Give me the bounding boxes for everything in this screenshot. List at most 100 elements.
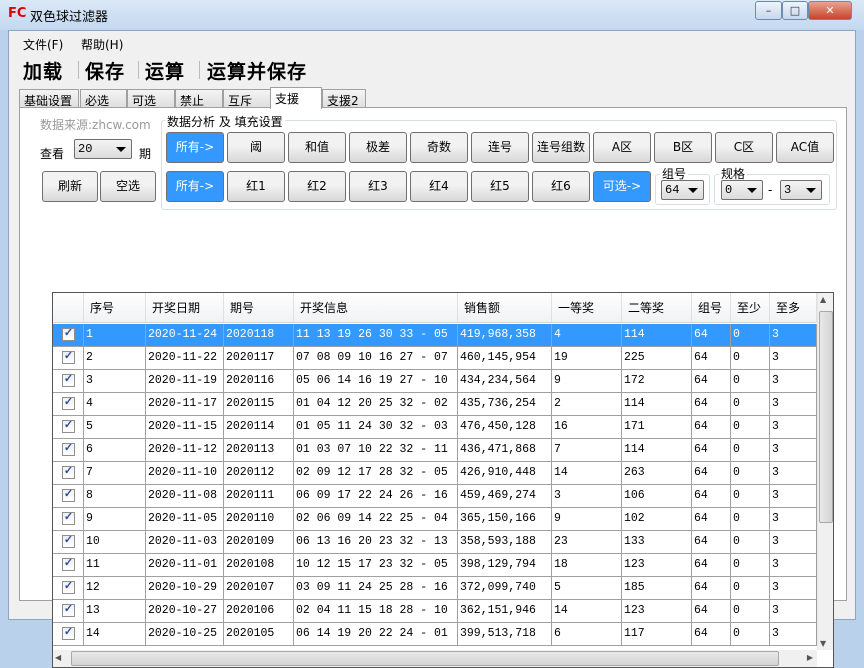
tab-mutex[interactable]: 互斥 [223,89,271,108]
horizontal-scrollbar[interactable]: ◀ ▶ [53,650,817,667]
row-checkbox[interactable]: ✓ [62,466,75,479]
fill-red3-button[interactable]: 红3 [349,171,407,202]
refresh-button[interactable]: 刷新 [42,171,98,202]
analysis-zone-c-button[interactable]: C区 [715,132,773,163]
checkbox-cell: ✓ [53,347,84,370]
fill-red4-button[interactable]: 红4 [410,171,468,202]
row-checkbox[interactable]: ✓ [62,512,75,525]
row-checkbox[interactable]: ✓ [62,443,75,456]
close-button[interactable]: ✕ [808,1,852,20]
analysis-range-button[interactable]: 极差 [349,132,407,163]
table-row[interactable]: ✓ 13 2020-10-27 2020106 02 04 11 15 18 28 - … [53,600,817,623]
group-no-select[interactable]: 64 [661,180,704,200]
title-bar: FC 双色球过滤器 – □ ✕ [0,0,864,30]
table-row[interactable]: ✓ 12 2020-10-29 2020107 03 09 11 24 25 28 - … [53,577,817,600]
minimize-button[interactable]: – [755,1,782,20]
fill-red6-button[interactable]: 红6 [532,171,590,202]
vertical-scrollbar[interactable]: ▲ ▼ [817,293,833,650]
analysis-odd-button[interactable]: 奇数 [410,132,468,163]
table-row[interactable]: ✓ 11 2020-11-01 2020108 10 12 15 17 23 32 - … [53,554,817,577]
table-row[interactable]: ✓ 10 2020-11-03 2020109 06 13 16 20 23 32 - … [53,531,817,554]
table-row[interactable]: ✓ 3 2020-11-19 2020116 05 06 14 16 19 27 - 1… [53,370,817,393]
tab-required[interactable]: 必选 [80,89,127,108]
fill-all-button[interactable]: 所有-> [166,171,224,202]
analysis-zone-a-button[interactable]: A区 [593,132,651,163]
table-cell: 460,145,954 [458,347,552,370]
column-header[interactable]: 期号 [224,293,294,323]
row-checkbox[interactable]: ✓ [62,558,75,571]
row-checkbox[interactable]: ✓ [62,397,75,410]
column-header[interactable]: 序号 [84,293,146,323]
analysis-ac-value-button[interactable]: AC值 [776,132,834,163]
row-checkbox[interactable]: ✓ [62,374,75,387]
row-checkbox[interactable]: ✓ [62,328,75,341]
scroll-up-icon[interactable]: ▲ [820,295,826,304]
table-cell: 0 [731,347,770,370]
fill-red5-button[interactable]: 红5 [471,171,529,202]
table-row[interactable]: ✓ 8 2020-11-08 2020111 06 09 17 22 24 26 - 1… [53,485,817,508]
load-button[interactable]: 加载 [23,57,63,84]
column-header[interactable]: 开奖信息 [294,293,458,323]
table-row[interactable]: ✓ 6 2020-11-12 2020113 01 03 07 10 22 32 - 1… [53,439,817,462]
fill-red2-button[interactable]: 红2 [288,171,346,202]
compute-save-button[interactable]: 运算并保存 [207,57,307,84]
tab-optional[interactable]: 可选 [127,89,175,108]
clear-selection-button[interactable]: 空选 [100,171,156,202]
column-header[interactable]: 开奖日期 [146,293,224,323]
spec-max-select[interactable]: 3 [780,180,822,200]
table-cell: 436,471,868 [458,439,552,462]
row-checkbox[interactable]: ✓ [62,581,75,594]
table-cell: 2020114 [224,416,294,439]
column-header[interactable]: 组号 [692,293,731,323]
table-row[interactable]: ✓ 14 2020-10-25 2020105 06 14 19 20 22 24 - … [53,623,817,646]
row-checkbox[interactable]: ✓ [62,351,75,364]
menu-help[interactable]: 帮助(H) [81,36,123,53]
row-checkbox[interactable]: ✓ [62,420,75,433]
horizontal-scroll-thumb[interactable] [71,651,779,666]
analysis-sum-button[interactable]: 和值 [288,132,346,163]
table-cell: 07 08 09 10 16 27 - 07 [294,347,458,370]
period-count-select[interactable]: 20 [74,139,132,159]
analysis-consecutive-button[interactable]: 连号 [471,132,529,163]
column-header[interactable]: 二等奖 [622,293,692,323]
table-cell: 64 [692,600,731,623]
table-row[interactable]: ✓ 2 2020-11-22 2020117 07 08 09 10 16 27 - 0… [53,347,817,370]
table-cell: 2020113 [224,439,294,462]
column-header[interactable] [53,293,84,323]
table-cell: 476,450,128 [458,416,552,439]
row-checkbox[interactable]: ✓ [62,627,75,640]
spec-min-select[interactable]: 0 [721,180,763,200]
table-row[interactable]: ✓ 7 2020-11-10 2020112 02 09 12 17 28 32 - 0… [53,462,817,485]
compute-button[interactable]: 运算 [145,57,185,84]
tab-forbidden[interactable]: 禁止 [175,89,223,108]
row-checkbox[interactable]: ✓ [62,535,75,548]
analysis-consecutive-groups-button[interactable]: 连号组数 [532,132,590,163]
tab-support[interactable]: 支援 [270,87,322,109]
column-header[interactable]: 一等奖 [552,293,622,323]
table-cell: 2020110 [224,508,294,531]
analysis-threshold-button[interactable]: 阈 [227,132,285,163]
fill-red1-button[interactable]: 红1 [227,171,285,202]
column-header[interactable]: 至少 [731,293,770,323]
scroll-down-icon[interactable]: ▼ [820,639,826,648]
maximize-button[interactable]: □ [782,1,808,20]
column-header[interactable]: 销售额 [458,293,552,323]
scroll-left-icon[interactable]: ◀ [55,653,61,662]
table-row[interactable]: ✓ 4 2020-11-17 2020115 01 04 12 20 25 32 - 0… [53,393,817,416]
table-row[interactable]: ✓ 1 2020-11-24 2020118 11 13 19 26 30 33 - 0… [53,324,817,347]
menu-file[interactable]: 文件(F) [23,36,63,53]
vertical-scroll-thumb[interactable] [819,311,833,523]
fill-optional-button[interactable]: 可选-> [593,171,651,202]
scroll-right-icon[interactable]: ▶ [807,653,813,662]
analysis-zone-b-button[interactable]: B区 [654,132,712,163]
row-checkbox[interactable]: ✓ [62,604,75,617]
row-checkbox[interactable]: ✓ [62,489,75,502]
tab-basic[interactable]: 基础设置 [19,89,79,108]
table-cell: 0 [731,623,770,646]
table-row[interactable]: ✓ 5 2020-11-15 2020114 01 05 11 24 30 32 - 0… [53,416,817,439]
save-button[interactable]: 保存 [85,57,125,84]
column-header[interactable]: 至多 [770,293,817,323]
tab-support2[interactable]: 支援2 [322,89,366,108]
analysis-all-button[interactable]: 所有-> [166,132,224,163]
table-row[interactable]: ✓ 9 2020-11-05 2020110 02 06 09 14 22 25 - 0… [53,508,817,531]
